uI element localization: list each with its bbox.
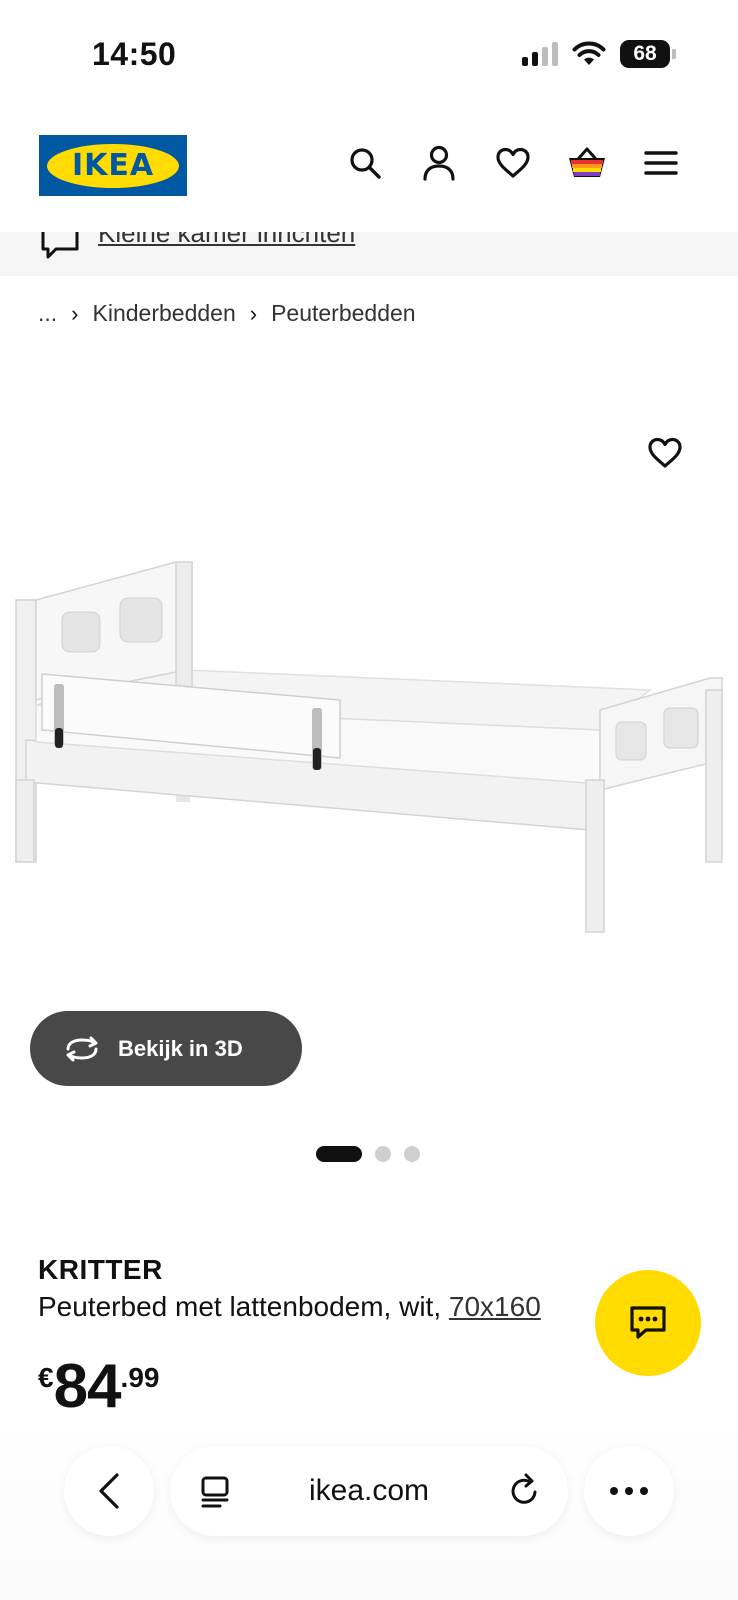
carousel-dot-3[interactable] [404,1146,420,1162]
carousel-dot-1[interactable] [316,1146,362,1162]
status-icons: 68 [522,40,676,68]
product-description: Peuterbed met lattenbodem, wit, 70x160 [38,1291,541,1323]
account-icon[interactable] [418,142,460,184]
more-icon [610,1487,648,1495]
chevron-left-icon [99,1473,119,1509]
view-3d-button[interactable]: Bekijk in 3D [30,1011,302,1086]
browser-more-button[interactable] [584,1446,674,1536]
promo-strip: Kleine kamer inrichten [0,232,738,276]
promo-link[interactable]: Kleine kamer inrichten [98,232,355,249]
add-to-favourites-button[interactable] [642,430,688,476]
battery-level: 68 [633,42,657,65]
breadcrumb-ellipsis[interactable]: ... [38,300,57,327]
product-name: KRITTER [38,1254,163,1285]
logo-oval: IKEA [47,143,179,188]
chat-icon [630,1306,666,1339]
view-3d-label: Bekijk in 3D [118,1035,243,1061]
heart-icon [648,437,682,468]
status-bar: 14:50 68 [0,0,738,110]
header-icons [344,142,682,184]
battery-cap [672,49,676,59]
browser-address-bar[interactable]: ikea.com [170,1446,568,1536]
wifi-icon [572,41,606,65]
chat-button[interactable] [595,1270,701,1376]
menu-icon[interactable] [640,142,682,184]
chevron-right-icon: › [71,300,79,326]
cellular-signal-icon [522,42,558,66]
status-time: 14:50 [92,36,177,72]
reload-icon[interactable] [508,1472,542,1508]
breadcrumb-kinderbedden[interactable]: Kinderbedden [93,300,236,327]
search-icon[interactable] [344,142,386,184]
site-header: IKEA [0,118,738,230]
image-carousel-dots [316,1146,420,1162]
chat-bubble-icon [41,232,79,259]
battery-icon: 68 [620,40,670,68]
product-image[interactable] [0,340,738,1040]
heart-icon[interactable] [492,142,534,184]
toddler-bed-illustration [15,561,723,933]
product-price: € 84 .99 [38,1356,159,1418]
breadcrumb-peuterbedden[interactable]: Peuterbedden [271,300,416,327]
browser-toolbar: ikea.com [0,1420,738,1600]
price-integer: 84 [53,1352,122,1421]
browser-back-button[interactable] [64,1446,154,1536]
price-decimal: .99 [120,1362,160,1393]
breadcrumb: ... › Kinderbedden › Peuterbedden [38,300,416,327]
carousel-dot-2[interactable] [375,1146,391,1162]
product-description-text: Peuterbed met lattenbodem, wit, [38,1291,449,1322]
price-currency: € [38,1362,54,1393]
basket-icon[interactable] [566,142,608,184]
rotate-3d-icon [66,1036,98,1061]
product-size-link[interactable]: 70x160 [449,1291,541,1322]
ikea-logo[interactable]: IKEA [39,135,187,196]
logo-text: IKEA [71,148,155,183]
chevron-right-icon: › [249,300,258,326]
